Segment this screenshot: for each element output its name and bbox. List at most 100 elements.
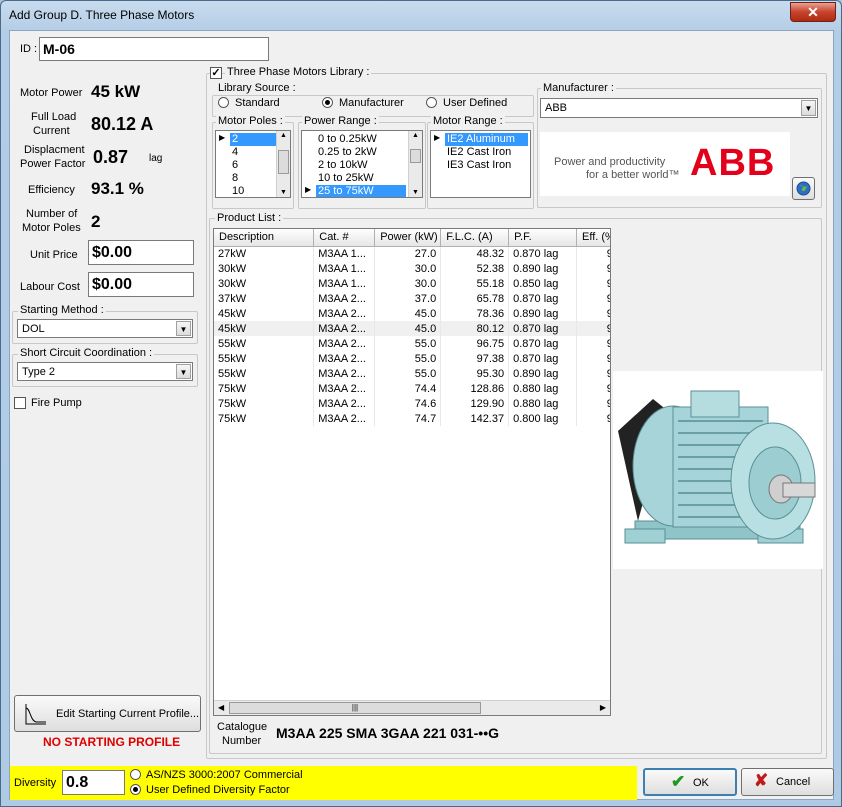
poles-value: 2 [91,212,101,231]
horizontal-scrollbar[interactable]: ◀ ||| ▶ [214,700,610,715]
table-row[interactable]: 55kWM3AA 2...55.095.300.890 lag93 [214,366,610,381]
column-power[interactable]: Power (kW) [374,229,442,247]
cell-description: 45kW [214,306,315,321]
pole-item[interactable]: 4 [230,146,238,159]
column-cat[interactable]: Cat. # [313,229,376,247]
table-row[interactable]: 37kWM3AA 2...37.065.780.870 lag93 [214,291,610,306]
table-row[interactable]: 27kWM3AA 1...27.048.320.870 lag92 [214,246,610,261]
cell-flc: 96.75 [440,336,510,351]
cell-power: 74.4 [374,381,442,396]
table-row[interactable]: 45kWM3AA 2...45.078.360.890 lag93 [214,306,610,321]
power-range-item[interactable]: 0 to 0.25kW [316,133,377,146]
pole-item[interactable]: 2 [230,133,276,146]
pole-item[interactable]: 10 [230,185,244,197]
column-pf[interactable]: P.F. [508,229,578,247]
table-row[interactable]: 75kWM3AA 2...74.7142.370.800 lag94 [214,411,610,426]
fire-pump-checkbox[interactable] [14,397,26,409]
diversity-input[interactable]: 0.8 [62,770,125,795]
product-table[interactable]: Description Cat. # Power (kW) F.L.C. (A)… [213,228,611,716]
table-row[interactable]: 55kWM3AA 2...55.097.380.870 lag93 [214,351,610,366]
cell-description: 75kW [214,381,315,396]
globe-button[interactable] [792,177,815,200]
cell-eff: 94 [576,336,610,351]
poles-scrollbar[interactable]: ▲ ▼ [276,131,290,197]
cell-cat: M3AA 2... [313,321,376,336]
motor-range-item[interactable]: IE3 Cast Iron [445,159,511,172]
table-row[interactable]: 75kWM3AA 2...74.4128.860.880 lag94 [214,381,610,396]
cell-description: 75kW [214,411,315,426]
starting-method-select[interactable]: DOL ▼ [17,319,193,338]
column-flc[interactable]: F.L.C. (A) [440,229,510,247]
table-row[interactable]: 30kWM3AA 1...30.055.180.850 lag92 [214,276,610,291]
library-checkbox[interactable]: ✓ [210,67,222,79]
chevron-down-icon[interactable]: ▼ [801,100,816,116]
pole-item[interactable]: 6 [230,159,238,172]
diversity-standard-radio[interactable] [130,769,141,780]
ok-button[interactable]: ✔ OK [643,768,737,796]
table-row[interactable]: 30kWM3AA 1...30.052.380.890 lag92 [214,261,610,276]
motor-poles-list[interactable]: ▶ 2 4 6 8 10 ▲ ▼ [215,130,291,198]
poles-label-2: Motor Poles [22,222,81,234]
table-row[interactable]: 55kWM3AA 2...55.096.750.870 lag94 [214,336,610,351]
cell-power: 55.0 [374,336,442,351]
power-range-item[interactable]: 2 to 10kW [316,159,368,172]
motor-range-item[interactable]: IE2 Aluminum [445,133,528,146]
poles-label-1: Number of [26,208,78,220]
unit-price-input[interactable]: $0.00 [88,240,194,265]
diversity-user-defined-label: User Defined Diversity Factor [146,784,290,796]
column-description[interactable]: Description [214,229,315,247]
source-user-defined-label: User Defined [443,97,508,109]
motor-range-title: Motor Range : [431,115,505,127]
flc-label-2: Current [33,125,70,137]
labour-cost-input[interactable]: $0.00 [88,272,194,297]
power-range-item[interactable]: 10 to 25kW [316,172,374,185]
cell-eff: 92 [576,261,610,276]
motor-range-list[interactable]: ▶ IE2 Aluminum IE2 Cast Iron IE3 Cast Ir… [430,130,531,198]
power-range-item[interactable]: 0.25 to 2kW [316,146,377,159]
cell-cat: M3AA 2... [313,291,376,306]
pole-item[interactable]: 8 [230,172,238,185]
diversity-label: Diversity [14,777,57,789]
short-circuit-select[interactable]: Type 2 ▼ [17,362,193,381]
table-row[interactable]: 45kWM3AA 2...45.080.120.870 lag93 [214,321,610,336]
title-bar[interactable]: Add Group D. Three Phase Motors ✕ [1,1,841,29]
scroll-right-icon[interactable]: ▶ [600,703,606,712]
cell-pf: 0.870 lag [508,351,578,366]
motor-power-value: 45 kW [91,82,141,101]
cell-cat: M3AA 2... [313,306,376,321]
table-row[interactable]: 75kWM3AA 2...74.6129.900.880 lag94 [214,396,610,411]
cell-flc: 142.37 [440,411,510,426]
source-standard-radio[interactable] [218,97,229,108]
abb-logo: ABB [690,142,776,184]
cell-flc: 55.18 [440,276,510,291]
cell-cat: M3AA 1... [313,246,376,261]
cancel-button[interactable]: ✘ Cancel [741,768,834,796]
cell-pf: 0.880 lag [508,381,578,396]
power-range-item[interactable]: 25 to 75kW [316,185,406,197]
chevron-down-icon[interactable]: ▼ [176,321,191,336]
scroll-left-icon[interactable]: ◀ [218,703,224,712]
close-button[interactable]: ✕ [790,2,836,22]
cancel-x-icon: ✘ [754,771,769,790]
cell-description: 45kW [214,321,315,336]
short-circuit-title: Short Circuit Coordination : [18,347,155,359]
source-user-defined-radio[interactable] [426,97,437,108]
source-manufacturer-label: Manufacturer [339,97,404,109]
power-range-list[interactable]: 0 to 0.25kW 0.25 to 2kW 2 to 10kW 10 to … [301,130,423,198]
flc-value: 80.12 A [91,114,154,134]
cell-pf: 0.870 lag [508,321,578,336]
cell-eff: 94 [576,411,610,426]
source-manufacturer-radio[interactable] [322,97,333,108]
edit-starting-profile-button[interactable]: Edit Starting Current Profile... [14,695,201,732]
column-eff[interactable]: Eff. (% [576,229,610,247]
chevron-down-icon[interactable]: ▼ [176,364,191,379]
pf-unit: lag [149,153,163,164]
manufacturer-select[interactable]: ABB ▼ [540,98,818,118]
motor-range-item[interactable]: IE2 Cast Iron [445,146,511,159]
id-input[interactable]: M-06 [39,37,269,61]
power-range-scrollbar[interactable]: ▲ ▼ [408,131,422,197]
cell-cat: M3AA 2... [313,396,376,411]
scroll-thumb[interactable]: ||| [229,702,481,714]
cell-power: 30.0 [374,261,442,276]
diversity-user-defined-radio[interactable] [130,784,141,795]
